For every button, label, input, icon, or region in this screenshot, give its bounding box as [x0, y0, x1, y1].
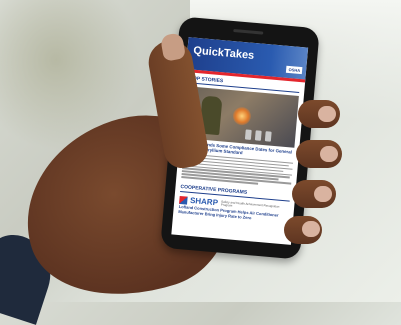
sharp-flag-icon: [179, 195, 188, 205]
middle-nail: [320, 146, 338, 162]
index-nail: [318, 106, 336, 122]
metal-piece: [264, 131, 272, 142]
ring-nail: [314, 186, 332, 202]
metal-piece: [244, 129, 252, 140]
newsletter-brand: QuickTakes: [192, 44, 255, 62]
phone-speaker: [233, 29, 264, 35]
furnace-glow: [232, 106, 252, 126]
little-nail: [302, 221, 320, 237]
osha-logo: OSHA: [286, 65, 303, 75]
metal-piece: [254, 130, 262, 141]
